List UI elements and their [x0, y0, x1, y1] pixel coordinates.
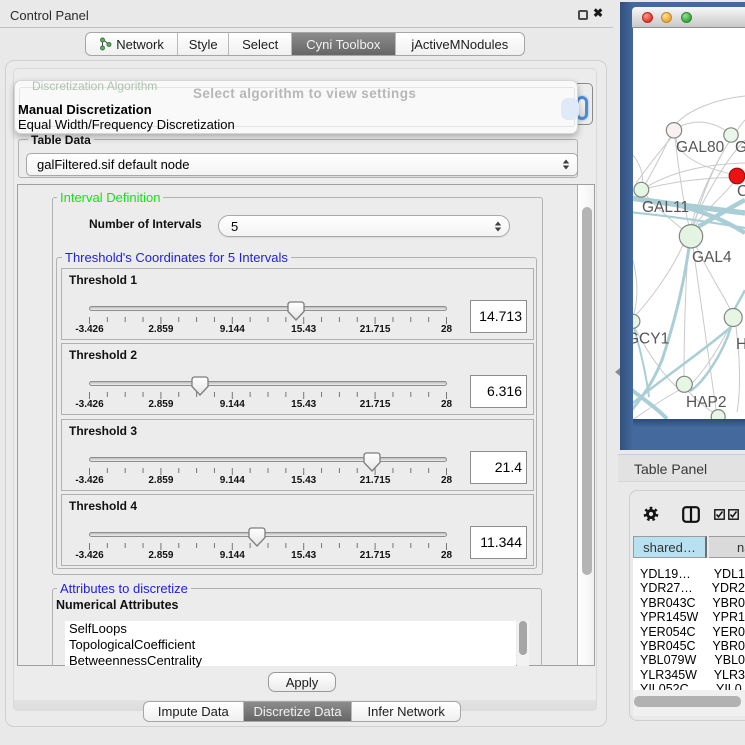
svg-text:GCY1: GCY1: [633, 331, 669, 348]
svg-text:H: H: [736, 336, 745, 353]
svg-text:C: C: [737, 183, 745, 200]
svg-text:GAL80: GAL80: [676, 139, 725, 156]
svg-text:GAL4: GAL4: [692, 249, 732, 266]
svg-text:GAL11: GAL11: [642, 199, 689, 216]
svg-text:HAP2: HAP2: [686, 394, 727, 411]
svg-text:GA: GA: [735, 139, 745, 156]
